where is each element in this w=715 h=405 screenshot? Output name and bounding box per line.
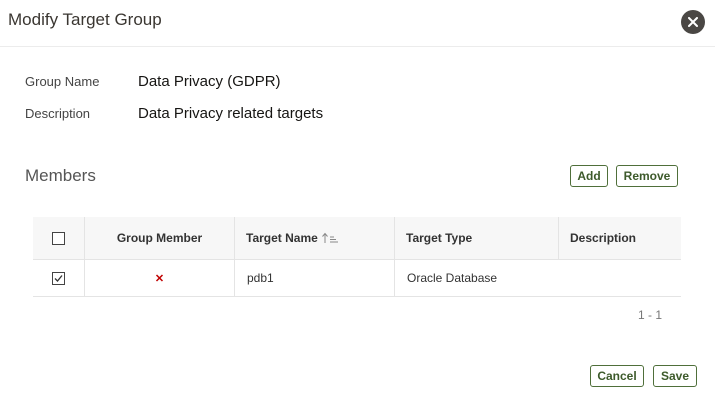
row-checkbox-cell xyxy=(33,260,85,296)
target-name-cell: pdb1 xyxy=(235,260,395,296)
column-header-target-type[interactable]: Target Type xyxy=(395,217,559,259)
sort-ascending-icon[interactable] xyxy=(321,232,339,244)
remove-button[interactable]: Remove xyxy=(616,165,678,187)
dialog-title: Modify Target Group xyxy=(8,10,162,29)
description-label: Description xyxy=(25,106,91,121)
close-icon xyxy=(688,17,698,27)
column-header-description[interactable]: Description xyxy=(559,217,681,259)
modify-target-group-dialog: Modify Target Group Group Name Data Priv… xyxy=(0,0,715,405)
row-checkbox-checked[interactable] xyxy=(52,271,65,285)
members-title: Members xyxy=(25,166,96,185)
table-header-row: Group Member Target Name Target Type Des… xyxy=(33,217,681,260)
group-member-cell: ✕ xyxy=(85,260,235,296)
cancel-button[interactable]: Cancel xyxy=(590,365,644,387)
group-name-label: Group Name xyxy=(25,74,100,89)
group-name-value: Data Privacy (GDPR) xyxy=(138,73,281,90)
header-checkbox-cell xyxy=(33,217,85,259)
description-cell xyxy=(559,260,681,296)
remove-mark-icon: ✕ xyxy=(154,272,165,285)
save-button[interactable]: Save xyxy=(653,365,697,387)
column-header-target-name[interactable]: Target Name xyxy=(235,217,395,259)
members-table: Group Member Target Name Target Type Des… xyxy=(33,217,681,297)
column-header-group-member[interactable]: Group Member xyxy=(85,217,235,259)
column-header-target-name-label: Target Name xyxy=(246,231,318,245)
table-row[interactable]: ✕ pdb1 Oracle Database xyxy=(33,260,681,297)
add-button[interactable]: Add xyxy=(570,165,608,187)
target-type-cell: Oracle Database xyxy=(407,271,498,285)
description-value: Data Privacy related targets xyxy=(138,105,324,122)
pagination-range: 1 - 1 xyxy=(638,308,663,322)
close-button[interactable] xyxy=(681,10,705,34)
select-all-checkbox[interactable] xyxy=(52,231,65,245)
dialog-header: Modify Target Group xyxy=(0,0,715,47)
checkmark-icon xyxy=(54,274,63,282)
